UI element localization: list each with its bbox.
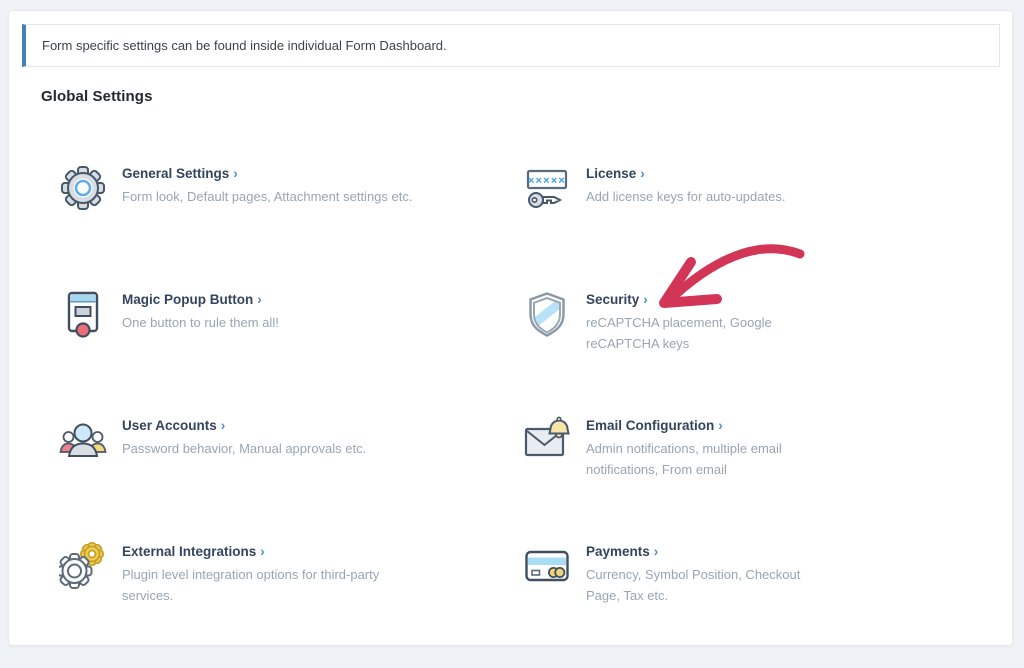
email-bell-icon [523,416,571,464]
chevron-right-icon: › [640,166,645,181]
integration-gears-icon [59,542,107,590]
chevron-right-icon: › [654,544,659,559]
settings-item-description: reCAPTCHA placement, Google reCAPTCHA ke… [586,312,831,354]
settings-item-title[interactable]: General Settings› [122,166,412,181]
chevron-right-icon: › [718,418,723,433]
settings-item-text: Magic Popup Button› One button to rule t… [122,290,279,333]
chevron-right-icon: › [221,418,226,433]
settings-item-license[interactable]: ××××× License› Add license keys for auto… [523,164,953,290]
settings-item-description: Currency, Symbol Position, Checkout Page… [586,564,831,606]
chevron-right-icon: › [260,544,265,559]
settings-item-title[interactable]: Email Configuration› [586,418,831,433]
settings-item-text: Payments› Currency, Symbol Position, Che… [586,542,831,606]
user-accounts-icon [59,416,107,464]
popup-button-icon [59,290,107,338]
settings-item-magic-popup-button[interactable]: Magic Popup Button› One button to rule t… [59,290,523,416]
security-shield-icon [523,290,571,338]
settings-item-title[interactable]: User Accounts› [122,418,366,433]
settings-item-text: External Integrations› Plugin level inte… [122,542,422,606]
settings-item-text: License› Add license keys for auto-updat… [586,164,785,207]
settings-item-text: Security› reCAPTCHA placement, Google re… [586,290,831,354]
settings-item-text: Email Configuration› Admin notifications… [586,416,831,480]
settings-item-security[interactable]: Security› reCAPTCHA placement, Google re… [523,290,953,416]
settings-item-description: Add license keys for auto-updates. [586,186,785,207]
settings-item-description: One button to rule them all! [122,312,279,333]
settings-item-external-integrations[interactable]: External Integrations› Plugin level inte… [59,542,523,668]
settings-item-description: Admin notifications, multiple email noti… [586,438,831,480]
settings-item-email-configuration[interactable]: Email Configuration› Admin notifications… [523,416,953,542]
settings-item-user-accounts[interactable]: User Accounts› Password behavior, Manual… [59,416,523,542]
info-notice-text: Form specific settings can be found insi… [42,38,447,53]
settings-panel: Form specific settings can be found insi… [8,10,1013,646]
chevron-right-icon: › [643,292,648,307]
svg-text:×××××: ××××× [528,175,566,187]
settings-item-title[interactable]: Security› [586,292,831,307]
settings-item-description: Password behavior, Manual approvals etc. [122,438,366,459]
license-key-icon: ××××× [523,164,571,212]
settings-item-description: Plugin level integration options for thi… [122,564,422,606]
settings-grid: General Settings› Form look, Default pag… [59,164,953,668]
settings-item-title[interactable]: License› [586,166,785,181]
chevron-right-icon: › [257,292,262,307]
settings-item-text: General Settings› Form look, Default pag… [122,164,412,207]
settings-item-general-settings[interactable]: General Settings› Form look, Default pag… [59,164,523,290]
info-notice: Form specific settings can be found insi… [22,24,1000,67]
settings-item-title[interactable]: Magic Popup Button› [122,292,279,307]
page-title: Global Settings [41,88,1012,105]
settings-item-text: User Accounts› Password behavior, Manual… [122,416,366,459]
settings-item-payments[interactable]: Payments› Currency, Symbol Position, Che… [523,542,953,668]
settings-item-title[interactable]: External Integrations› [122,544,422,559]
settings-item-description: Form look, Default pages, Attachment set… [122,186,412,207]
gear-icon [59,164,107,212]
credit-card-icon [523,542,571,590]
chevron-right-icon: › [233,166,238,181]
settings-item-title[interactable]: Payments› [586,544,831,559]
